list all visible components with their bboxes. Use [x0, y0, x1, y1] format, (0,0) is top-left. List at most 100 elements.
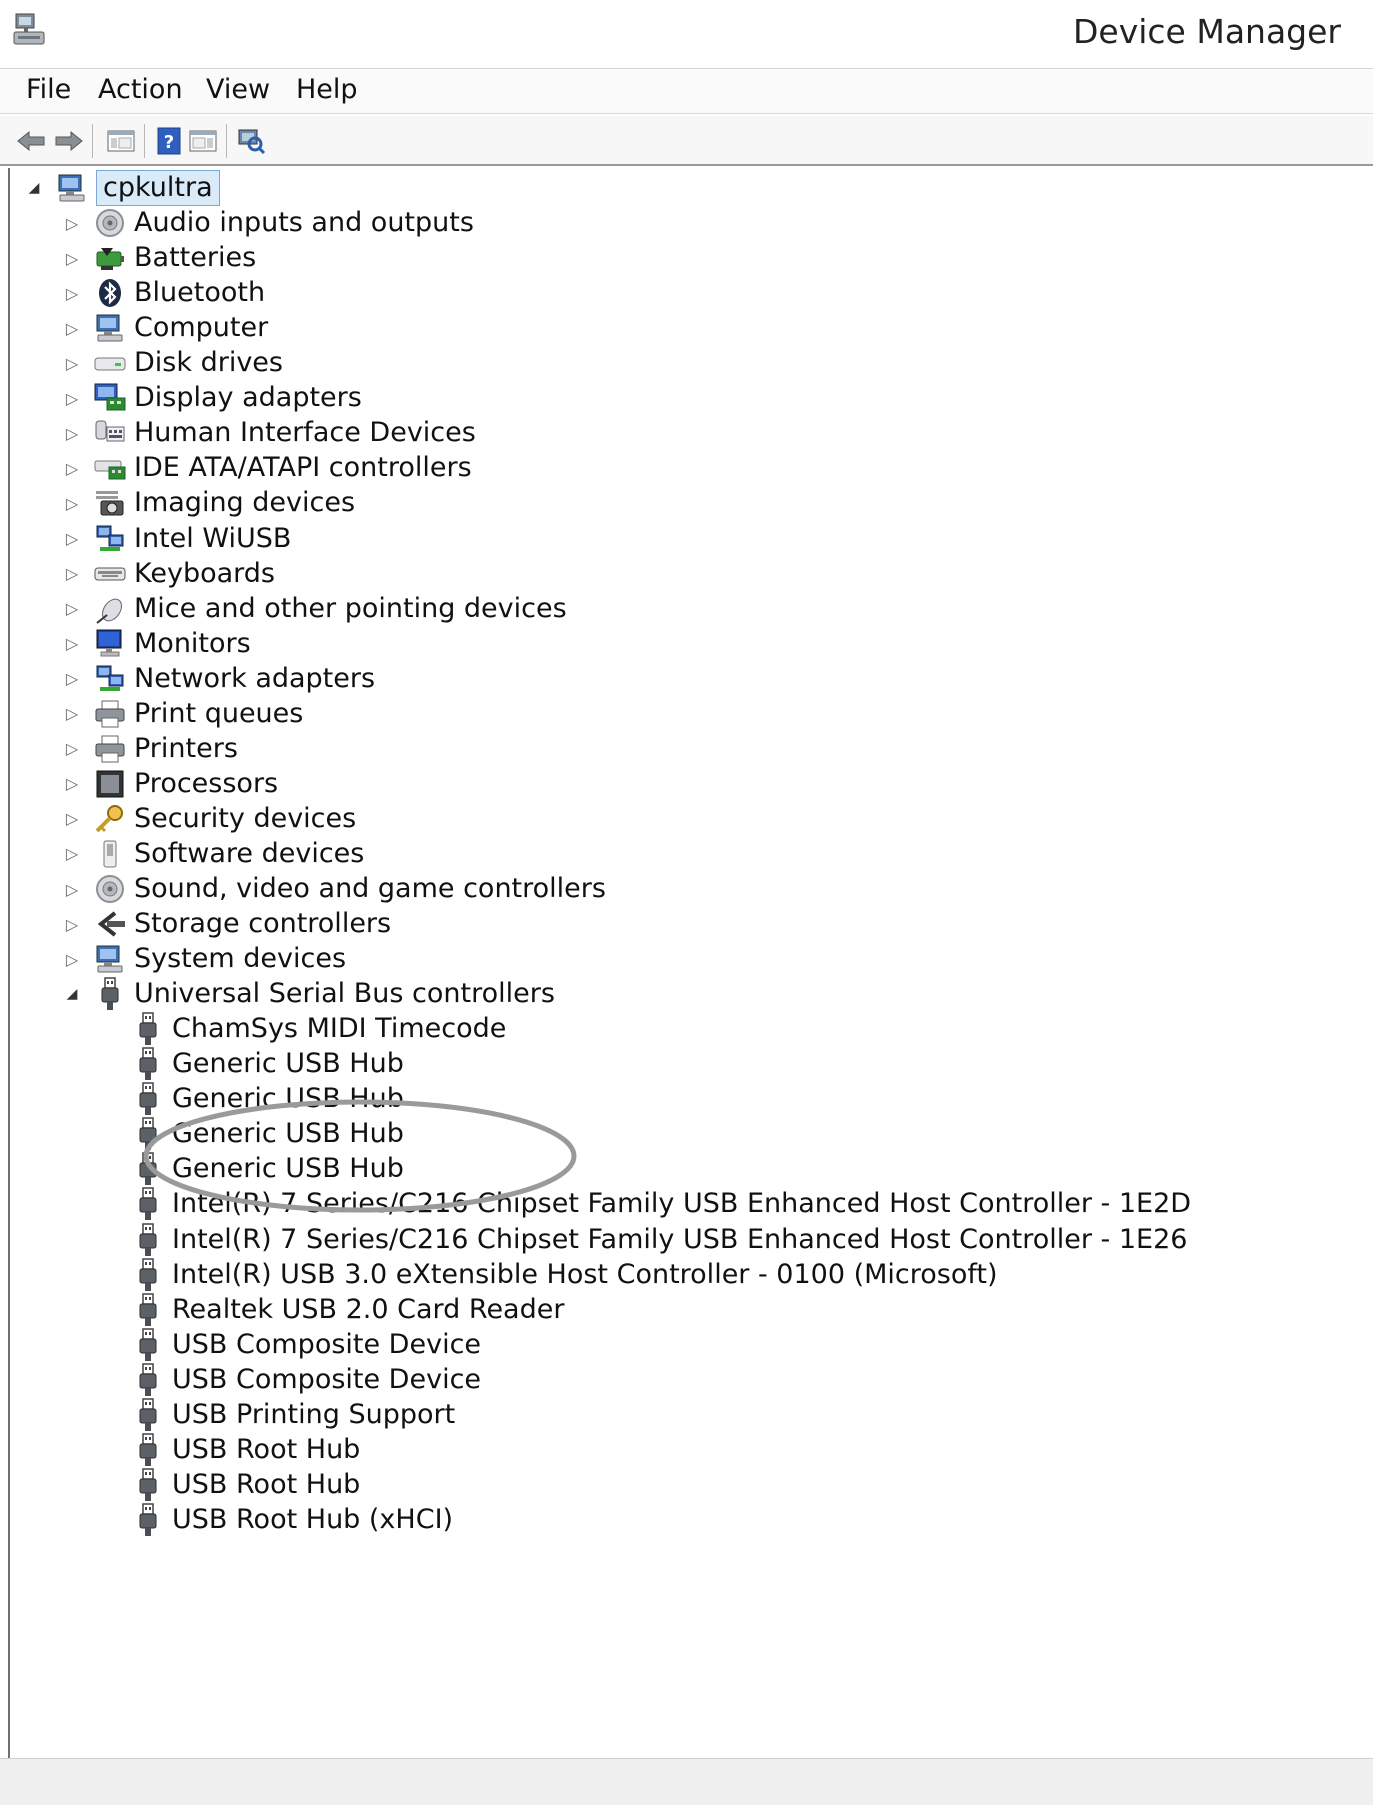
toolbar-separator [226, 124, 227, 158]
tree-category-disk-drives[interactable]: ▷ Disk drives [62, 343, 283, 383]
tree-category-sound-video-and-game-controllers[interactable]: ▷ Sound, video and game controllers [62, 869, 606, 909]
tree-category-processors[interactable]: ▷ Processors [62, 764, 278, 804]
tree-category-ide-ata-atapi-controllers[interactable]: ▷ IDE ATA/ATAPI controllers [62, 448, 472, 488]
tree-device-item[interactable]: USB Root Hub [100, 1465, 360, 1505]
tree-device-item[interactable]: Intel(R) 7 Series/C216 Chipset Family US… [100, 1184, 1191, 1224]
scan-hardware-icon[interactable] [234, 124, 268, 158]
expand-arrow-icon[interactable]: ▷ [62, 904, 82, 944]
tree-category-security-devices[interactable]: ▷ Security devices [62, 799, 356, 839]
usb-plug-icon [128, 1079, 168, 1119]
tree-item-label: USB Root Hub [172, 1468, 361, 1500]
expand-arrow-icon[interactable]: ▷ [62, 343, 82, 383]
tree-device-item[interactable]: Generic USB Hub [100, 1149, 404, 1189]
tree-category-monitors[interactable]: ▷ Monitors [62, 624, 251, 664]
key-icon [90, 799, 130, 839]
tree-root-cpkultra[interactable]: ◢ cpkultra [24, 168, 220, 208]
usb-plug-icon [128, 1290, 168, 1330]
forward-arrow-icon[interactable] [52, 124, 86, 158]
keyboard-icon [90, 554, 130, 594]
expand-arrow-icon[interactable]: ▷ [62, 448, 82, 488]
tree-device-item[interactable]: USB Root Hub [100, 1430, 360, 1470]
expand-arrow-icon[interactable]: ▷ [62, 939, 82, 979]
tree-category-imaging-devices[interactable]: ▷ Imaging devices [62, 483, 355, 523]
tree-category-universal-serial-bus-controllers[interactable]: ◢ Universal Serial Bus controllers [62, 974, 555, 1014]
expand-arrow-icon[interactable]: ▷ [62, 519, 82, 559]
tree-category-display-adapters[interactable]: ▷ Display adapters [62, 378, 362, 418]
tree-category-storage-controllers[interactable]: ▷ Storage controllers [62, 904, 391, 944]
expand-arrow-icon[interactable]: ▷ [62, 413, 82, 453]
menu-bar: File Action View Help [0, 68, 1373, 114]
tree-category-system-devices[interactable]: ▷ System devices [62, 939, 346, 979]
expand-arrow-icon[interactable]: ▷ [62, 659, 82, 699]
tree-category-printers[interactable]: ▷ Printers [62, 729, 238, 769]
tree-category-software-devices[interactable]: ▷ Software devices [62, 834, 365, 874]
expand-arrow-icon[interactable]: ▷ [62, 483, 82, 523]
tree-category-batteries[interactable]: ▷ Batteries [62, 238, 256, 278]
tree-category-computer[interactable]: ▷ Computer [62, 308, 268, 348]
tree-item-label: Imaging devices [134, 487, 356, 519]
expand-arrow-icon[interactable]: ▷ [62, 308, 82, 348]
menu-file[interactable]: File [22, 74, 75, 105]
tree-device-item[interactable]: ChamSys MIDI Timecode [100, 1009, 506, 1049]
tree-category-bluetooth[interactable]: ▷ Bluetooth [62, 273, 265, 313]
expand-arrow-icon[interactable]: ▷ [62, 834, 82, 874]
menu-action[interactable]: Action [94, 74, 187, 105]
printer-icon [90, 694, 130, 734]
expand-arrow-icon[interactable]: ▷ [62, 799, 82, 839]
tree-device-item[interactable]: Generic USB Hub [100, 1114, 404, 1154]
expand-arrow-icon[interactable]: ▷ [62, 238, 82, 278]
properties-icon[interactable] [186, 124, 220, 158]
tree-category-mice-and-other-pointing-devices[interactable]: ▷ Mice and other pointing devices [62, 589, 567, 629]
tree-device-item[interactable]: USB Root Hub (xHCI) [100, 1500, 453, 1540]
expand-arrow-icon[interactable]: ▷ [62, 729, 82, 769]
network-icon [90, 519, 130, 559]
tree-item-label: Display adapters [134, 382, 362, 414]
usb-plug-icon [128, 1465, 168, 1505]
tree-item-label: Intel WiUSB [134, 522, 292, 554]
help-icon[interactable]: ? [152, 124, 186, 158]
expand-arrow-icon[interactable]: ▷ [62, 273, 82, 313]
expand-arrow-icon[interactable]: ▷ [62, 554, 82, 594]
expand-arrow-icon[interactable]: ▷ [62, 378, 82, 418]
tree-item-label: ChamSys MIDI Timecode [172, 1013, 507, 1045]
menu-view[interactable]: View [202, 74, 274, 105]
tree-category-network-adapters[interactable]: ▷ Network adapters [62, 659, 375, 699]
tree-item-label: USB Composite Device [172, 1328, 482, 1360]
device-tree[interactable]: ◢ cpkultra ▷ Audio inputs and outputs ▷ Batte… [8, 168, 1373, 1758]
device-manager-icon[interactable] [12, 12, 46, 48]
tree-category-print-queues[interactable]: ▷ Print queues [62, 694, 304, 734]
collapse-arrow-icon[interactable]: ◢ [62, 974, 82, 1014]
ide-controller-icon [90, 448, 130, 488]
tree-category-audio-inputs-and-outputs[interactable]: ▷ Audio inputs and outputs [62, 203, 474, 243]
tree-category-human-interface-devices[interactable]: ▷ Human Interface Devices [62, 413, 476, 453]
expand-arrow-icon[interactable]: ▷ [62, 589, 82, 629]
menu-help[interactable]: Help [292, 74, 362, 105]
tree-category-keyboards[interactable]: ▷ Keyboards [62, 554, 275, 594]
tree-item-label: Intel(R) USB 3.0 eXtensible Host Control… [172, 1258, 998, 1290]
tree-item-label: Computer [134, 312, 269, 344]
expand-arrow-icon[interactable]: ▷ [62, 869, 82, 909]
expand-arrow-icon[interactable]: ▷ [62, 694, 82, 734]
tree-device-item[interactable]: Realtek USB 2.0 Card Reader [100, 1290, 564, 1330]
back-arrow-icon[interactable] [14, 124, 48, 158]
usb-plug-icon [128, 1009, 168, 1049]
tree-item-label: Monitors [134, 627, 251, 659]
tree-device-item[interactable]: USB Composite Device [100, 1360, 481, 1400]
toolbar: ? [0, 116, 1373, 166]
tree-device-item[interactable]: Generic USB Hub [100, 1079, 404, 1119]
tree-device-item[interactable]: Generic USB Hub [100, 1044, 404, 1084]
expand-arrow-icon[interactable]: ▷ [62, 624, 82, 664]
show-hide-console-tree-icon[interactable] [104, 124, 138, 158]
tree-device-item[interactable]: USB Printing Support [100, 1395, 455, 1435]
tree-device-item[interactable]: Intel(R) 7 Series/C216 Chipset Family US… [100, 1220, 1187, 1260]
tree-device-item[interactable]: Intel(R) USB 3.0 eXtensible Host Control… [100, 1255, 998, 1295]
expand-arrow-icon[interactable]: ▷ [62, 203, 82, 243]
expand-arrow-icon[interactable]: ▷ [62, 764, 82, 804]
tree-category-intel-wiusb[interactable]: ▷ Intel WiUSB [62, 519, 292, 559]
tree-device-item[interactable]: USB Composite Device [100, 1325, 481, 1365]
computer-icon [90, 939, 130, 979]
tree-item-label: Human Interface Devices [134, 417, 476, 449]
collapse-arrow-icon[interactable]: ◢ [24, 168, 44, 208]
tree-item-label: Security devices [134, 802, 357, 834]
battery-icon [90, 238, 130, 278]
